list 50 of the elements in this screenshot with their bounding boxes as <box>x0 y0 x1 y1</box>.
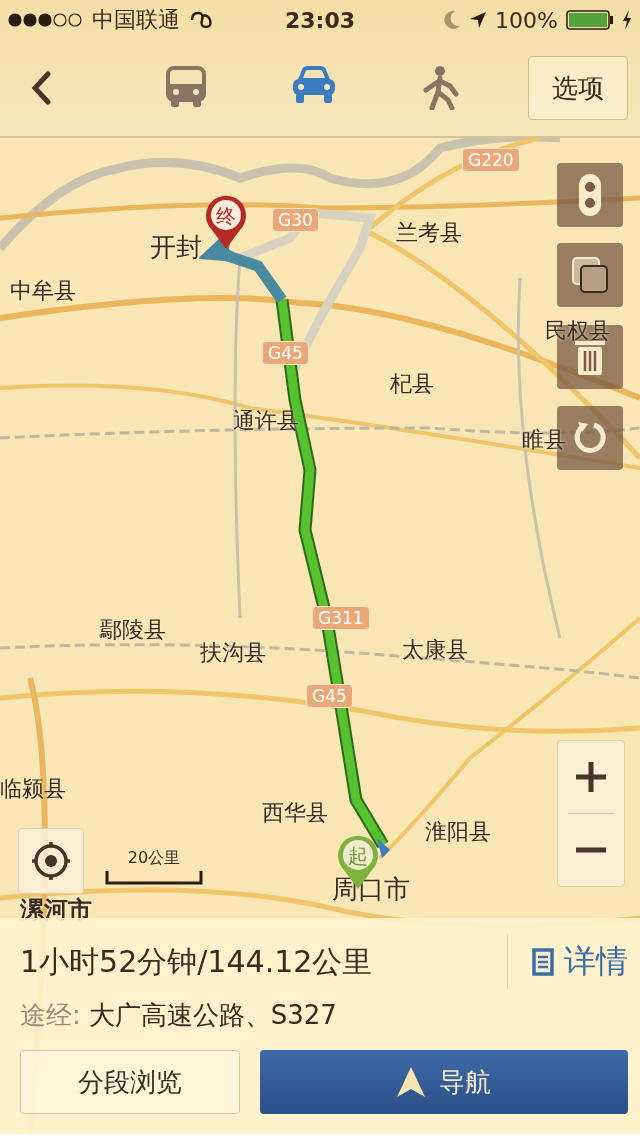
road-shield: G30 <box>272 208 319 232</box>
place-label: 兰考县 <box>396 219 462 247</box>
place-label: 鄢陵县 <box>100 616 166 644</box>
carrier-name: 中国联通 <box>92 6 180 34</box>
refresh-icon <box>572 420 608 456</box>
traffic-light-icon <box>578 173 602 217</box>
status-time: 23:03 <box>285 7 355 33</box>
road-shield: G311 <box>312 606 370 630</box>
minus-icon <box>574 847 608 853</box>
details-link[interactable]: 详情 <box>532 940 628 984</box>
signal-strength-icon <box>8 13 84 27</box>
road-shield: G45 <box>262 341 309 365</box>
place-label: 漯河市 <box>20 895 92 926</box>
battery-percent: 100% <box>495 7 558 33</box>
place-label: 临颍县 <box>0 775 66 803</box>
trash-icon <box>575 339 605 375</box>
options-button[interactable]: 选项 <box>528 56 628 120</box>
navigation-arrow-icon <box>397 1067 425 1097</box>
document-icon <box>532 948 554 976</box>
wifi-icon <box>188 11 214 29</box>
battery-icon <box>566 10 614 30</box>
route-summary: 1小时52分钟/144.12公里 <box>20 942 374 981</box>
layers-icon <box>571 256 609 294</box>
locate-button[interactable] <box>18 828 84 894</box>
scale-label: 20公里 <box>127 848 181 869</box>
via-roads: 大广高速公路、S327 <box>88 999 337 1032</box>
place-label: 太康县 <box>402 636 468 664</box>
place-label: 开封 <box>150 231 202 264</box>
place-label: 杞县 <box>390 370 434 398</box>
locate-icon <box>31 841 71 881</box>
place-label: 中牟县 <box>10 277 76 305</box>
traffic-button[interactable] <box>557 163 623 227</box>
back-icon[interactable] <box>30 71 52 105</box>
navigate-button[interactable]: 导航 <box>260 1050 628 1114</box>
segments-button[interactable]: 分段浏览 <box>20 1050 240 1114</box>
place-label: 西华县 <box>262 799 328 827</box>
via-label: 途经: <box>20 999 81 1032</box>
location-arrow-icon <box>469 11 488 29</box>
place-label: 扶沟县 <box>200 639 266 667</box>
road-shield: G220 <box>462 148 520 172</box>
car-icon <box>292 66 336 104</box>
road-shield: G45 <box>306 684 353 708</box>
bus-icon <box>166 66 206 108</box>
moon-icon <box>443 10 462 30</box>
layers-button[interactable] <box>557 243 623 307</box>
place-label: 淮阳县 <box>425 818 491 846</box>
charging-bolt-icon <box>622 10 632 30</box>
walking-person-icon <box>422 66 462 110</box>
end-pin: 终 <box>204 194 248 250</box>
plus-icon <box>574 760 608 794</box>
